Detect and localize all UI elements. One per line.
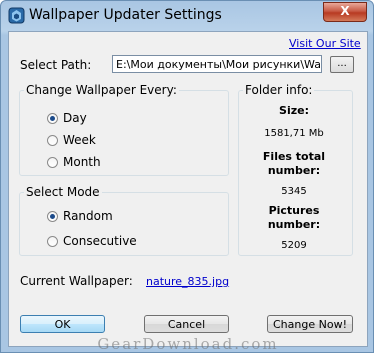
change-now-button[interactable]: Change Now! <box>267 315 353 333</box>
radio-consecutive-button[interactable] <box>47 235 58 247</box>
radio-consecutive-label: Consecutive <box>63 234 137 248</box>
pictures-label-line2: number: <box>267 218 321 231</box>
change-wallpaper-title: Change Wallpaper Every: <box>24 83 179 97</box>
files-total-value: 5345 <box>281 186 307 197</box>
radio-consecutive[interactable]: Consecutive <box>47 233 137 249</box>
radio-day-label: Day <box>63 111 87 125</box>
settings-window: Wallpaper Updater Settings X Visit Our S… <box>0 0 374 353</box>
files-total-label-line2: number: <box>267 164 321 177</box>
files-total-label-line1: Files total <box>262 150 326 163</box>
dialog-body: Visit Our Site Select Path: E:\Мои докум… <box>8 31 368 347</box>
radio-day[interactable]: Day <box>47 110 87 126</box>
watermark: GearDownload.com <box>97 335 279 353</box>
title-bar[interactable]: Wallpaper Updater Settings X <box>1 1 373 31</box>
window-title: Wallpaper Updater Settings <box>29 7 222 23</box>
radio-random[interactable]: Random <box>47 208 113 224</box>
ok-button[interactable]: OK <box>20 315 105 333</box>
select-mode-title: Select Mode <box>24 185 102 199</box>
radio-month-button[interactable] <box>47 156 58 168</box>
radio-random-button[interactable] <box>47 210 58 222</box>
size-value: 1581,71 Mb <box>264 128 324 139</box>
folder-info-title: Folder info: <box>243 83 315 97</box>
radio-month[interactable]: Month <box>47 154 101 170</box>
radio-week[interactable]: Week <box>47 132 96 148</box>
app-icon <box>8 7 25 24</box>
radio-week-button[interactable] <box>47 134 58 146</box>
close-icon: X <box>340 4 350 18</box>
close-button[interactable]: X <box>323 2 367 22</box>
size-label: Size: <box>279 104 309 117</box>
current-wallpaper-link[interactable]: nature_835.jpg <box>146 275 229 288</box>
cancel-button[interactable]: Cancel <box>144 315 229 333</box>
radio-day-button[interactable] <box>47 112 58 124</box>
browse-button[interactable]: ... <box>330 56 354 73</box>
pictures-label-line1: Pictures <box>268 204 320 217</box>
radio-week-label: Week <box>63 133 96 147</box>
radio-month-label: Month <box>63 155 101 169</box>
radio-random-label: Random <box>63 209 113 223</box>
path-input[interactable]: E:\Мои документы\Мои рисунки\Wallpapers <box>112 55 322 73</box>
current-wallpaper-label: Current Wallpaper: <box>20 274 133 288</box>
select-path-label: Select Path: <box>20 58 92 72</box>
visit-site-link[interactable]: Visit Our Site <box>289 37 361 50</box>
pictures-value: 5209 <box>281 240 307 251</box>
